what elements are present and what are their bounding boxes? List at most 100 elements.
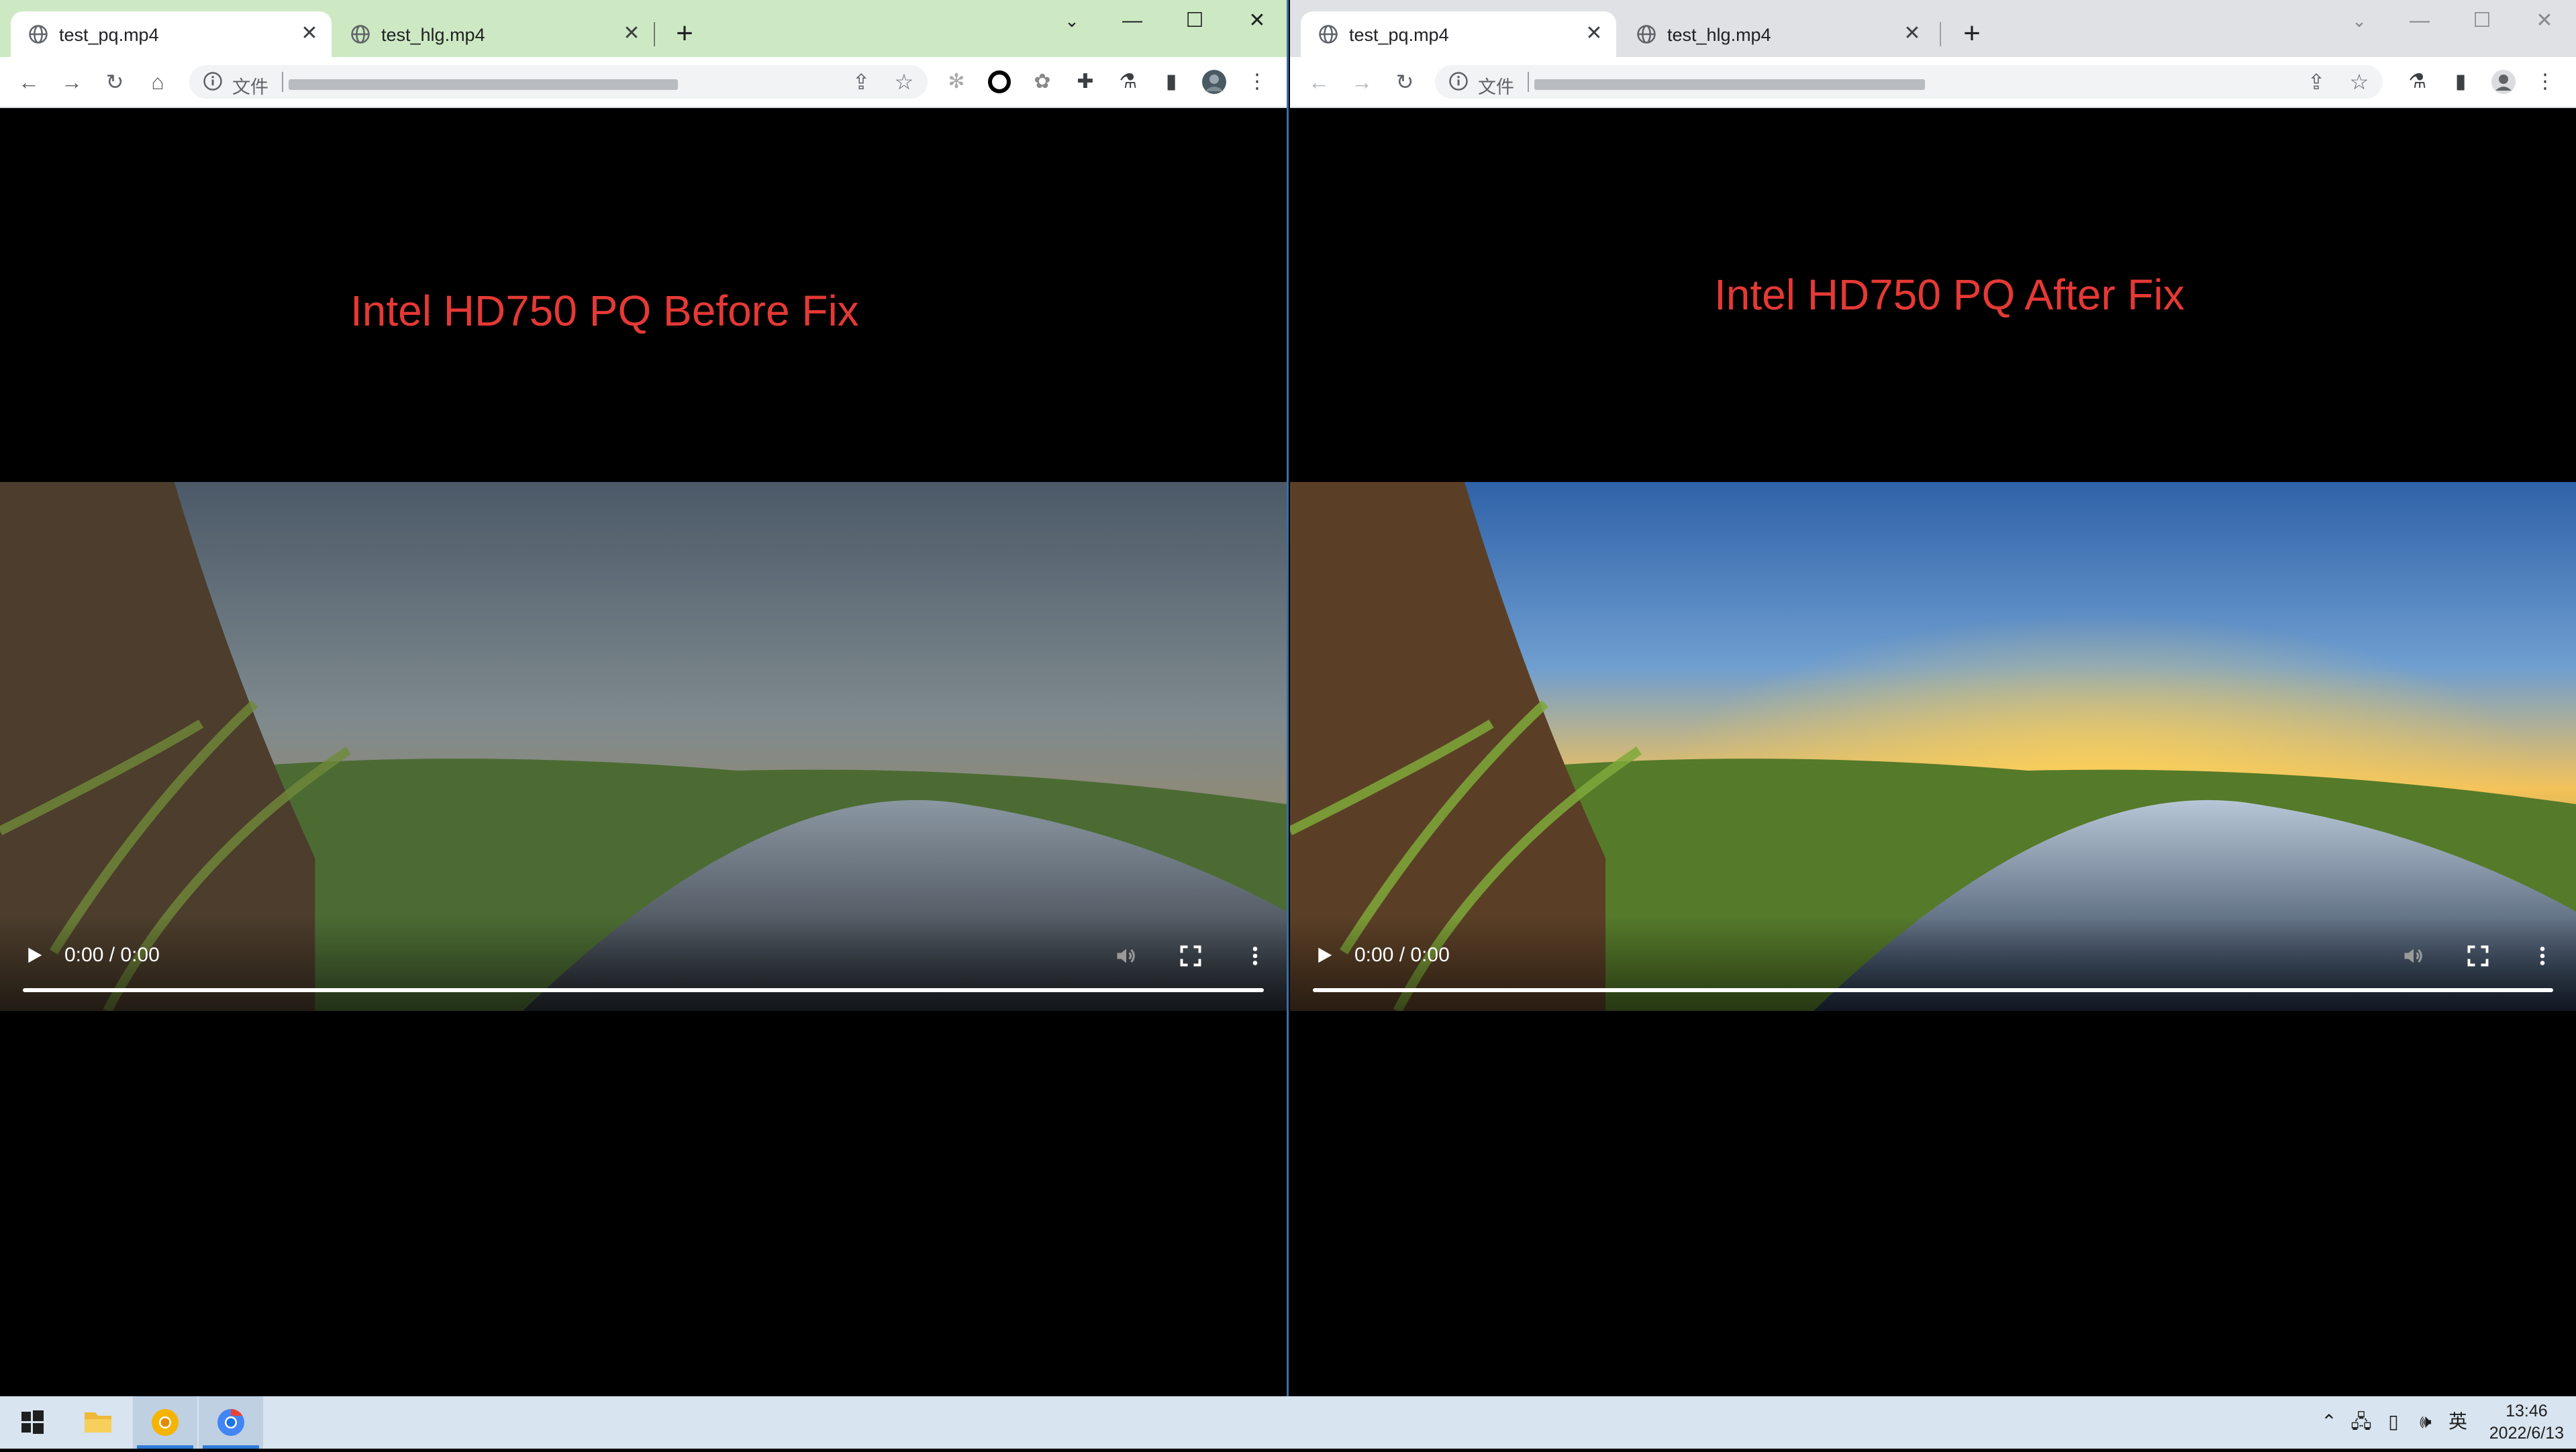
windows-logo-icon — [21, 1410, 44, 1434]
video-menu-icon[interactable] — [1243, 944, 1267, 968]
extension-flower-icon[interactable]: ✿ — [1029, 68, 1056, 95]
close-tab-icon[interactable]: ✕ — [1581, 21, 1607, 46]
browser-window-left: test_pq.mp4 ✕ test_hlg.mp4 ✕ + ⌄ — ☐ ✕ ←… — [0, 0, 1289, 1396]
extension-icon[interactable]: ✻ — [943, 68, 970, 95]
globe-icon — [28, 24, 48, 44]
page-heading: Intel HD750 PQ Before Fix — [350, 287, 859, 335]
chrome-canary-button[interactable] — [133, 1396, 197, 1449]
minimize-button[interactable]: — — [1102, 4, 1162, 38]
system-clock[interactable]: 13:46 2022/6/13 — [2489, 1400, 2564, 1445]
profile-avatar[interactable] — [1201, 68, 1228, 95]
show-hidden-icons-chevron-icon[interactable]: ⌃ — [2317, 1410, 2341, 1434]
close-tab-icon[interactable]: ✕ — [1899, 21, 1925, 46]
maximize-button[interactable]: ☐ — [1165, 4, 1225, 38]
network-icon[interactable]: 🖧 — [2349, 1410, 2373, 1434]
globe-icon — [1318, 24, 1338, 44]
forward-button[interactable]: → — [1346, 66, 1377, 97]
close-window-button[interactable]: ✕ — [1227, 4, 1287, 38]
taskbar: ⌃ 🖧 ▯ 🕪 英 13:46 2022/6/13 — [0, 1396, 2576, 1449]
video-progress-bar[interactable] — [23, 988, 1264, 992]
labs-flask-icon[interactable]: ⚗ — [2404, 68, 2431, 95]
globe-icon — [1636, 24, 1656, 44]
video-player[interactable]: 0:00 / 0:00 — [1290, 482, 2576, 1011]
info-icon[interactable] — [1448, 71, 1469, 91]
back-button[interactable]: ← — [13, 66, 44, 97]
chrome-canary-icon — [152, 1409, 179, 1436]
url-scheme-label: 文件 — [1478, 77, 1514, 97]
share-icon[interactable]: ⇪ — [846, 66, 877, 97]
new-tab-button[interactable]: + — [667, 16, 702, 51]
video-player[interactable]: 0:00 / 0:00 — [0, 482, 1287, 1011]
close-tab-icon[interactable]: ✕ — [619, 21, 644, 46]
fullscreen-icon[interactable] — [1179, 944, 1203, 968]
menu-kebab-icon[interactable]: ⋮ — [1244, 68, 1271, 95]
play-icon[interactable] — [24, 945, 44, 966]
video-controls: 0:00 / 0:00 — [1290, 917, 2576, 1011]
tab-title: test_pq.mp4 — [59, 25, 159, 45]
address-bar[interactable]: 文件 ⇪ ☆ — [1435, 65, 2383, 99]
back-button[interactable]: ← — [1303, 66, 1334, 97]
video-progress-bar[interactable] — [1313, 988, 2553, 992]
profile-avatar[interactable] — [2490, 68, 2517, 95]
video-menu-icon[interactable] — [2530, 944, 2555, 968]
chrome-button[interactable] — [199, 1396, 263, 1449]
address-bar[interactable]: 文件 ⇪ ☆ — [189, 65, 928, 99]
globe-icon — [350, 24, 370, 44]
tab-test-hlg[interactable]: test_hlg.mp4 ✕ — [1619, 11, 1934, 57]
tab-search-icon[interactable]: ⌄ — [1042, 4, 1102, 38]
close-window-button[interactable]: ✕ — [2514, 4, 2575, 38]
volume-icon[interactable] — [1114, 944, 1138, 968]
clock-date: 2022/6/13 — [2489, 1424, 2564, 1443]
side-panel-icon[interactable]: ▮ — [1158, 68, 1185, 95]
close-tab-icon[interactable]: ✕ — [297, 21, 322, 46]
tab-title: test_hlg.mp4 — [381, 25, 485, 45]
side-panel-icon[interactable]: ▮ — [2447, 68, 2474, 95]
volume-tray-icon[interactable]: 🕪 — [2414, 1410, 2438, 1434]
bookmark-star-icon[interactable]: ☆ — [2344, 66, 2375, 97]
new-tab-button[interactable]: + — [1954, 16, 1989, 51]
share-icon[interactable]: ⇪ — [2301, 66, 2332, 97]
bookmark-star-icon[interactable]: ☆ — [889, 66, 920, 97]
tab-test-hlg[interactable]: test_hlg.mp4 ✕ — [333, 11, 654, 57]
tab-search-icon[interactable]: ⌄ — [2329, 4, 2389, 38]
browser-window-right: test_pq.mp4 ✕ test_hlg.mp4 ✕ + ⌄ — ☐ ✕ ←… — [1290, 0, 2576, 1396]
tab-separator — [654, 22, 655, 46]
volume-icon[interactable] — [2401, 944, 2426, 968]
tab-test-pq[interactable]: test_pq.mp4 ✕ — [1301, 11, 1616, 57]
tab-title: test_hlg.mp4 — [1667, 25, 1771, 45]
tab-title: test_pq.mp4 — [1349, 25, 1449, 45]
video-controls: 0:00 / 0:00 — [0, 917, 1287, 1011]
labs-flask-icon[interactable]: ⚗ — [1115, 68, 1142, 95]
title-bar: test_pq.mp4 ✕ test_hlg.mp4 ✕ + ⌄ — ☐ ✕ — [0, 0, 1287, 57]
play-icon[interactable] — [1314, 945, 1334, 966]
browser-toolbar: ← → ↻ ⌂ 文件 ⇪ ☆ ✻ ✿ ✚ ⚗ ▮ ⋮ — [0, 57, 1287, 108]
chrome-icon — [217, 1409, 244, 1436]
tab-test-pq[interactable]: test_pq.mp4 ✕ — [11, 11, 332, 57]
info-icon[interactable] — [203, 71, 223, 91]
tab-separator — [1940, 22, 1941, 46]
clock-time: 13:46 — [2506, 1402, 2548, 1420]
extension-ring-icon[interactable] — [986, 68, 1013, 95]
start-button[interactable] — [0, 1396, 64, 1449]
minimize-button[interactable]: — — [2389, 4, 2450, 38]
home-button[interactable]: ⌂ — [142, 66, 173, 97]
reload-button[interactable]: ↻ — [99, 66, 130, 97]
extensions-puzzle-icon[interactable]: ✚ — [1072, 68, 1099, 95]
usb-device-icon[interactable]: ▯ — [2381, 1410, 2406, 1434]
url-scheme-label: 文件 — [232, 77, 268, 97]
video-time: 0:00 / 0:00 — [1354, 944, 1450, 966]
title-bar: test_pq.mp4 ✕ test_hlg.mp4 ✕ + ⌄ — ☐ ✕ — [1290, 0, 2576, 57]
omnibox-divider — [282, 72, 283, 92]
url-redacted — [1534, 79, 1925, 90]
input-method-indicator[interactable]: 英 — [2446, 1410, 2470, 1434]
forward-button[interactable]: → — [56, 66, 87, 97]
video-time: 0:00 / 0:00 — [64, 944, 160, 966]
menu-kebab-icon[interactable]: ⋮ — [2532, 68, 2559, 95]
url-redacted — [289, 79, 678, 90]
reload-button[interactable]: ↻ — [1389, 66, 1420, 97]
maximize-button[interactable]: ☐ — [2452, 4, 2512, 38]
page-heading: Intel HD750 PQ After Fix — [1714, 271, 2185, 319]
file-explorer-button[interactable] — [66, 1396, 130, 1449]
fullscreen-icon[interactable] — [2466, 944, 2490, 968]
browser-toolbar: ← → ↻ 文件 ⇪ ☆ ⚗ ▮ ⋮ — [1290, 57, 2576, 108]
